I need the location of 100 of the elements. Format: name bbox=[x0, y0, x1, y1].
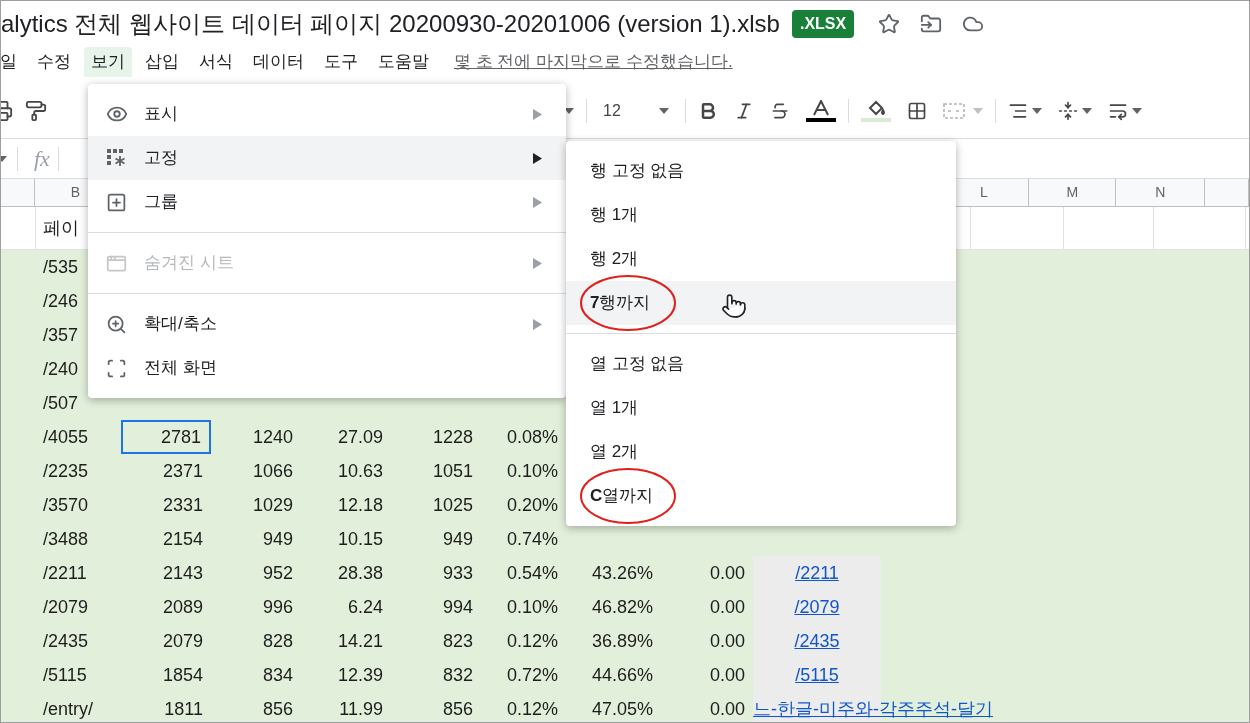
caret-icon bbox=[564, 107, 574, 114]
table-cell-text: 0.54% bbox=[506, 561, 558, 585]
cell-link[interactable]: /2435 bbox=[794, 627, 840, 655]
menu-bar-item[interactable]: 도움말 bbox=[371, 47, 436, 77]
table-cell-text: 1854 bbox=[162, 663, 203, 687]
caret-icon bbox=[659, 107, 669, 114]
table-cell-text: 11.99 bbox=[339, 697, 383, 721]
cell-link[interactable]: /5115 bbox=[795, 661, 839, 689]
table-cell-text: 834 bbox=[262, 663, 293, 687]
table-cell-text: /2211 bbox=[43, 561, 87, 585]
paint-bucket-icon bbox=[861, 99, 891, 122]
move-folder-icon[interactable] bbox=[920, 13, 943, 35]
table-cell-text: 1811 bbox=[164, 697, 203, 721]
table-cell-text: 949 bbox=[442, 527, 473, 551]
table-cell-text: /4055 bbox=[43, 425, 89, 449]
submenu-arrow-icon bbox=[533, 152, 542, 164]
table-cell-text: 996 bbox=[262, 595, 293, 619]
table-cell-text: 1066 bbox=[252, 459, 293, 483]
italic-icon bbox=[734, 100, 754, 121]
column-header[interactable]: B bbox=[70, 182, 81, 203]
menu-bar-item[interactable]: 데이터 bbox=[246, 47, 311, 77]
menu-bar-item[interactable]: 보기 bbox=[84, 47, 132, 77]
cell-link[interactable]: /2211 bbox=[795, 559, 839, 587]
table-cell-text: 823 bbox=[442, 629, 473, 653]
table-cell-text: 856 bbox=[262, 697, 293, 721]
table-cell-text: 933 bbox=[442, 561, 473, 585]
view-menu-item[interactable]: 전체 화면 bbox=[88, 346, 566, 390]
table-cell-text: /507 bbox=[43, 391, 79, 415]
freeze-option[interactable]: 행 고정 없음 bbox=[590, 158, 685, 184]
table-cell-text: 0.72% bbox=[506, 663, 558, 687]
table-cell-text: 0.00 bbox=[709, 561, 745, 585]
table-cell-text: 0.20% bbox=[506, 493, 558, 517]
merge-cells-icon bbox=[943, 102, 965, 119]
caret-icon bbox=[1, 155, 7, 162]
menu-bar-item[interactable]: 일 bbox=[1, 47, 24, 77]
table-cell-text: /240 bbox=[43, 357, 79, 381]
table-cell-text: /5115 bbox=[43, 663, 87, 687]
view-menu-item[interactable]: 그룹 bbox=[88, 180, 566, 224]
table-cell-text: 27.09 bbox=[337, 425, 383, 449]
table-cell-text: 28.38 bbox=[337, 561, 383, 585]
star-icon[interactable] bbox=[878, 13, 901, 35]
view-menu-item[interactable]: 고정 bbox=[88, 136, 566, 180]
submenu-arrow-icon bbox=[533, 257, 542, 269]
column-header[interactable]: L bbox=[979, 182, 988, 203]
menu-bar-item[interactable]: 서식 bbox=[192, 47, 240, 77]
table-cell-text: 0.08% bbox=[506, 425, 558, 449]
table-cell-text: 2143 bbox=[162, 561, 203, 585]
table-cell-text: 12.18 bbox=[337, 493, 383, 517]
table-cell-text: 0.00 bbox=[709, 663, 745, 687]
table-cell-text: 0.00 bbox=[709, 629, 745, 653]
table-cell-text: 페이 bbox=[43, 216, 79, 240]
table-cell-text: 952 bbox=[262, 561, 293, 585]
menu-bar-item[interactable]: 삽입 bbox=[138, 47, 186, 77]
freeze-option[interactable]: 열 고정 없음 bbox=[590, 351, 685, 377]
table-cell-text: 0.00 bbox=[709, 697, 745, 721]
table-cell-text: 2079 bbox=[162, 629, 203, 653]
vertical-align-icon bbox=[1058, 100, 1078, 121]
column-header[interactable]: N bbox=[1155, 182, 1166, 203]
table-cell-text: 46.82% bbox=[591, 595, 653, 619]
table-cell-text: /2079 bbox=[43, 595, 89, 619]
table-cell-text: 2331 bbox=[162, 493, 203, 517]
table-cell-text: 832 bbox=[442, 663, 473, 687]
table-cell-text: 0.12% bbox=[506, 697, 558, 721]
text-color-icon bbox=[806, 99, 836, 122]
table-cell-text: /entry/ bbox=[43, 697, 94, 721]
hand-cursor-icon bbox=[721, 293, 747, 319]
view-menu-item[interactable]: 표시 bbox=[88, 92, 566, 136]
freeze-option[interactable]: 열 1개 bbox=[590, 395, 639, 421]
caret-icon bbox=[1032, 107, 1042, 114]
last-edit-link[interactable]: 몇 초 전에 마지막으로 수정했습니다. bbox=[454, 49, 733, 75]
document-title: alytics 전체 웹사이트 데이터 페이지 20200930-20201006 (version 1).xlsb bbox=[1, 9, 780, 39]
freeze-option[interactable]: 행 2개 bbox=[590, 246, 639, 272]
table-cell-text: 10.63 bbox=[337, 459, 383, 483]
submenu-arrow-icon bbox=[533, 318, 542, 330]
freeze-grid-icon bbox=[106, 148, 126, 168]
table-cell[interactable]: 2781 bbox=[121, 420, 211, 454]
table-cell-text: 0.00 bbox=[709, 595, 745, 619]
menu-bar-item[interactable]: 수정 bbox=[30, 47, 78, 77]
table-cell-text: 12.39 bbox=[337, 663, 383, 687]
column-header[interactable]: M bbox=[1066, 182, 1079, 203]
paint-format-icon[interactable] bbox=[25, 99, 47, 122]
table-cell-text: 828 bbox=[262, 629, 293, 653]
freeze-option[interactable]: 행 1개 bbox=[590, 202, 639, 228]
table-cell-text: 0.10% bbox=[506, 459, 558, 483]
font-size-dropdown[interactable]: 12 bbox=[591, 92, 681, 129]
view-menu-item[interactable]: 확대/축소 bbox=[88, 302, 566, 346]
table-cell-text: 36.89% bbox=[591, 629, 653, 653]
fullscreen-icon bbox=[106, 357, 127, 379]
cell-link[interactable]: 느-한글-미주와-각주주석-달기 bbox=[753, 695, 993, 722]
zoom-in-icon bbox=[106, 313, 127, 335]
formula-label: fx bbox=[34, 145, 50, 173]
menu-bar-item[interactable]: 도구 bbox=[317, 47, 365, 77]
freeze-option[interactable]: 열 2개 bbox=[590, 439, 639, 465]
table-cell-text: 1051 bbox=[432, 459, 473, 483]
cell-link[interactable]: /2079 bbox=[794, 593, 840, 621]
table-cell-text: 0.74% bbox=[506, 527, 558, 551]
borders-icon bbox=[907, 100, 927, 121]
table-cell-text: 2089 bbox=[162, 595, 203, 619]
table-cell-text: 2371 bbox=[162, 459, 203, 483]
caret-icon bbox=[973, 107, 983, 114]
